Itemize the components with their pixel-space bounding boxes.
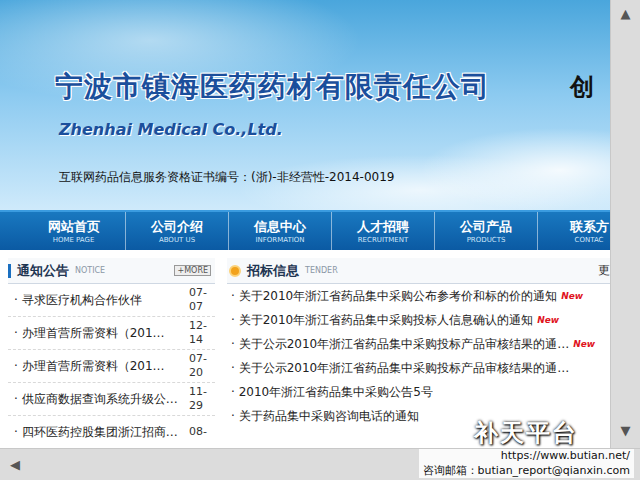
english-name: Zhenhai Medical Co.,Ltd. xyxy=(59,120,610,139)
nav-item[interactable]: 信息中心INFORMATION xyxy=(228,212,331,250)
nav-label: 公司产品 xyxy=(460,218,512,236)
tender-link[interactable]: · 关于公示2010年浙江省药品集中采购投标产品审核结果的通… xyxy=(231,360,569,377)
new-badge: New xyxy=(537,315,559,325)
watermark-lines: https://www.butian.net/咨询邮箱：butian_repor… xyxy=(419,449,634,478)
browser-window: 宁波市镇海医药药材有限责任公司 创 Zhenhai Medical Co.,Ltd.… xyxy=(0,0,640,480)
notice-row: · 四环医药控股集团浙江招商…08- xyxy=(8,416,215,448)
watermark: 补天平台https://www.butian.net/咨询邮箱：butian_r… xyxy=(419,417,634,478)
notice-panel: 通知公告NOTICE+MORE· 寻求医疗机构合作伙伴07-07· 办理首营所需… xyxy=(8,258,215,448)
watermark-title: 补天平台 xyxy=(474,417,578,449)
nav-sub: HOME PAGE xyxy=(53,236,95,244)
tender-title: 招标信息 xyxy=(247,262,299,280)
nav-sub: RECRUITMENT xyxy=(358,236,408,244)
tender-link[interactable]: · 2010年浙江省药品集中采购公告5号 xyxy=(231,384,433,401)
notice-title: 通知公告 xyxy=(17,262,69,280)
content: 通知公告NOTICE+MORE· 寻求医疗机构合作伙伴07-07· 办理首营所需… xyxy=(0,250,610,448)
more-button[interactable]: +MORE xyxy=(174,265,211,276)
notice-date: 12-14 xyxy=(189,319,215,347)
tender-link[interactable]: · 关于2010年浙江省药品集中采购投标人信息确认的通知 xyxy=(231,312,533,329)
tender-more[interactable]: 更 xyxy=(598,262,610,279)
watermark-url: https://www.butian.net/ xyxy=(501,449,630,463)
notice-link[interactable]: · 四环医药控股集团浙江招商… xyxy=(14,424,189,441)
nav-sub: INFORMATION xyxy=(255,236,304,244)
nav-sub: CONTAC xyxy=(575,236,604,244)
vertical-scrollbar[interactable]: ▲▼ xyxy=(610,0,640,448)
notice-date: 08- xyxy=(189,425,215,439)
notice-link[interactable]: · 寻求医疗机构合作伙伴 xyxy=(14,292,189,309)
nav-item[interactable]: 公司产品PRODUCTS xyxy=(434,212,537,250)
watermark-email: 咨询邮箱：butian_report@qianxin.com xyxy=(423,464,630,478)
nav-item[interactable]: 公司介绍ABOUT US xyxy=(125,212,228,250)
tender-row: · 关于2010年浙江省药品集中采购投标人信息确认的通知 New xyxy=(227,308,610,332)
nav-label: 公司介绍 xyxy=(151,218,203,236)
notice-date: 07-20 xyxy=(189,352,215,380)
notice-row: · 寻求医疗机构合作伙伴07-07 xyxy=(8,284,215,317)
nav-item[interactable]: 联系方CONTAC xyxy=(537,212,610,250)
tender-icon xyxy=(229,265,241,277)
tender-subtitle: TENDER xyxy=(305,266,338,275)
tender-row: · 关于公示2010年浙江省药品集中采购投标产品审核结果的通… New xyxy=(227,332,610,356)
new-badge: New xyxy=(561,291,583,301)
license-text: 互联网药品信息服务资格证书编号：(浙)-非经营性-2014-0019 xyxy=(59,169,610,186)
nav-label: 信息中心 xyxy=(254,218,306,236)
notice-row: · 供应商数据查询系统升级公…11-29 xyxy=(8,383,215,416)
company-name: 宁波市镇海医药药材有限责任公司 xyxy=(55,68,490,106)
tender-header: 招标信息 TENDER 更 xyxy=(227,258,610,284)
scroll-left-icon[interactable]: ◀ xyxy=(10,457,20,472)
nav-bar: 网站首页HOME PAGE公司介绍ABOUT US信息中心INFORMATION… xyxy=(0,210,610,250)
scroll-up-icon[interactable]: ▲ xyxy=(621,6,631,21)
notice-header: 通知公告 NOTICE +MORE xyxy=(8,258,215,284)
tender-row: · 2010年浙江省药品集中采购公告5号 xyxy=(227,380,610,404)
tender-link[interactable]: · 关于2010年浙江省药品集中采购公布参考价和标的价的通知 xyxy=(231,288,557,305)
tender-link[interactable]: · 关于公示2010年浙江省药品集中采购投标产品审核结果的通… xyxy=(231,336,569,353)
header-bar-icon xyxy=(8,264,11,278)
new-badge: New xyxy=(573,339,595,349)
tender-row: · 关于2010年浙江省药品集中采购公布参考价和标的价的通知 New xyxy=(227,284,610,308)
web-page: 宁波市镇海医药药材有限责任公司 创 Zhenhai Medical Co.,Ltd.… xyxy=(0,0,610,448)
notice-row: · 办理首营所需资料（201…12-14 xyxy=(8,317,215,350)
notice-subtitle: NOTICE xyxy=(75,266,105,275)
nav-label: 联系方 xyxy=(570,218,609,236)
notice-row: · 办理首营所需资料（201…07-20 xyxy=(8,350,215,383)
notice-link[interactable]: · 供应商数据查询系统升级公… xyxy=(14,391,189,408)
tender-row: · 关于公示2010年浙江省药品集中采购投标产品审核结果的通… xyxy=(227,356,610,380)
nav-sub: PRODUCTS xyxy=(467,236,506,244)
nav-item[interactable]: 网站首页HOME PAGE xyxy=(22,212,125,250)
nav-sub: ABOUT US xyxy=(159,236,195,244)
nav-label: 网站首页 xyxy=(48,218,100,236)
banner: 宁波市镇海医药药材有限责任公司 创 Zhenhai Medical Co.,Ltd.… xyxy=(0,0,610,210)
nav-item[interactable]: 人才招聘RECRUITMENT xyxy=(331,212,434,250)
notice-date: 11-29 xyxy=(189,385,215,413)
notice-link[interactable]: · 办理首营所需资料（201… xyxy=(14,325,189,342)
notice-date: 07-07 xyxy=(189,286,215,314)
tender-link[interactable]: · 关于药品集中采购咨询电话的通知 xyxy=(231,408,419,425)
slogan: 创 xyxy=(570,71,594,103)
name-row: 宁波市镇海医药药材有限责任公司 创 xyxy=(55,68,610,106)
nav-label: 人才招聘 xyxy=(357,218,409,236)
notice-link[interactable]: · 办理首营所需资料（201… xyxy=(14,358,189,375)
scroll-down-icon[interactable]: ▼ xyxy=(621,423,631,438)
